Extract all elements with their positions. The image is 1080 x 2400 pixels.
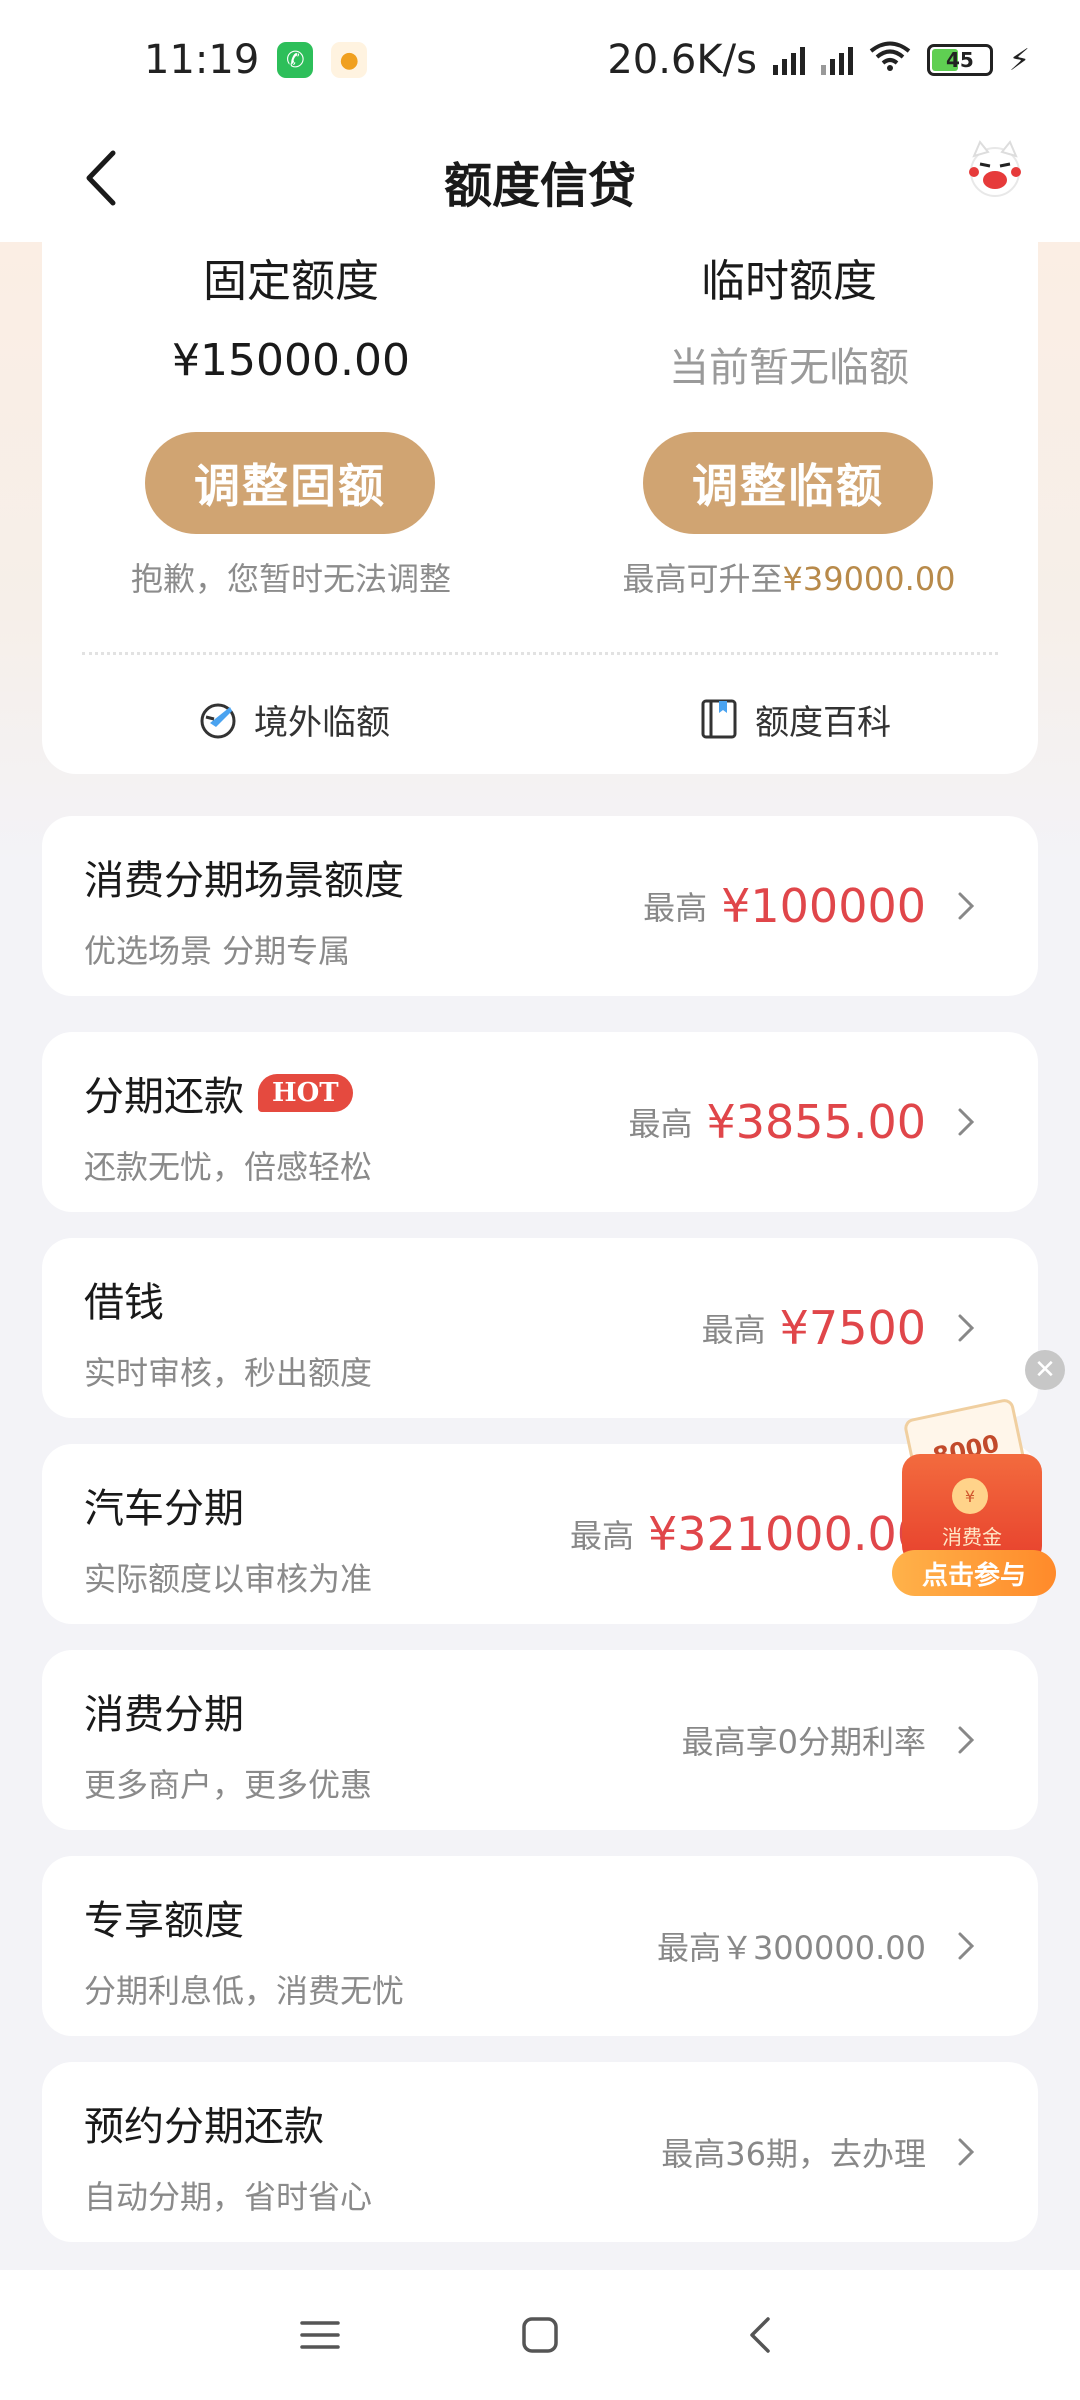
status-bar: 11:19 ✆ ● 20.6K/s 45 ⚡: [0, 0, 1080, 120]
max-label: 最高: [569, 1517, 634, 1555]
max-amount: ¥7500: [779, 1301, 926, 1355]
list-item-right: 最高 ¥100000: [643, 816, 976, 996]
coin-icon: ¥: [952, 1478, 988, 1514]
signal-icon: [820, 45, 853, 75]
list-item-subtitle: 实际额度以审核为准: [84, 1560, 373, 1598]
chevron-right-icon: [958, 1726, 975, 1754]
battery-level: 45: [946, 48, 974, 72]
overseas-temp-quota-link[interactable]: 境外临额: [196, 684, 390, 754]
max-label: 最高: [628, 1105, 693, 1143]
chevron-right-icon: [958, 892, 975, 920]
divider: [82, 652, 998, 655]
app-header: 额度信贷: [0, 120, 1080, 242]
max-text: 最高￥300000.00: [656, 1929, 926, 1967]
list-item-subtitle: 更多商户，更多优惠: [84, 1766, 373, 1804]
list-item-consumer-installment[interactable]: 消费分期 更多商户，更多优惠 最高享0分期利率: [42, 1650, 1038, 1830]
charging-icon: ⚡: [1008, 42, 1030, 78]
temp-quota-note-prefix: 最高可升至: [622, 560, 783, 598]
promo-float-widget[interactable]: 8000 消费金 ¥ 点击参与: [892, 1397, 1060, 1598]
list-item-title: 消费分期: [84, 1692, 244, 1738]
plane-globe-icon: [200, 703, 236, 739]
page-title: 额度信贷: [443, 158, 636, 214]
list-item-installment-repay[interactable]: 分期还款 HOT 还款无忧，倍感轻松 最高 ¥3855.00: [42, 1032, 1038, 1212]
list-item-title-row: 分期还款 HOT: [84, 1064, 353, 1122]
list-item-right: 最高 ¥3855.00: [628, 1032, 976, 1212]
list-item-right: 最高 ¥7500: [702, 1238, 976, 1418]
network-speed: 20.6K/s: [607, 37, 757, 83]
menu-icon: [300, 2321, 340, 2349]
adjust-fixed-quota-button[interactable]: 调整固额: [145, 432, 435, 534]
home-icon: [522, 2317, 558, 2353]
list-item-title: 消费分期场景额度: [84, 858, 404, 904]
menu-button[interactable]: [280, 2295, 360, 2375]
app-icon: ●: [331, 42, 368, 78]
chevron-right-icon: [958, 2138, 975, 2166]
fixed-quota-note: 抱歉，您暂时无法调整: [130, 560, 451, 598]
list-item-scene-quota[interactable]: 消费分期场景额度 优选场景 分期专属 最高 ¥100000: [42, 816, 1038, 996]
list-item-subtitle: 还款无忧，倍感轻松: [84, 1148, 373, 1186]
list-item-title: 借钱: [84, 1280, 164, 1326]
list-item-car-installment[interactable]: 汽车分期 实际额度以审核为准 最高 ¥321000.00: [42, 1444, 1038, 1624]
back-button[interactable]: [70, 138, 130, 218]
adjust-temp-quota-button[interactable]: 调整临额: [643, 432, 933, 534]
status-left: 11:19 ✆ ●: [144, 37, 368, 83]
max-amount: ¥100000: [721, 879, 926, 933]
mascot-icon: [969, 140, 1021, 197]
system-nav-bar: [0, 2270, 1080, 2400]
list-item-scheduled-installment[interactable]: 预约分期还款 自动分期，省时省心 最高36期，去办理: [42, 2062, 1038, 2242]
quota-encyclopedia-link[interactable]: 额度百科: [697, 684, 891, 754]
list-item-right: 最高36期，去办理: [661, 2062, 976, 2242]
max-label: 最高: [643, 889, 708, 927]
promo-join-button[interactable]: 点击参与: [892, 1550, 1056, 1596]
max-label: 最高: [701, 1311, 766, 1349]
list-item-subtitle: 自动分期，省时省心: [84, 2178, 373, 2216]
wifi-icon: [869, 40, 911, 81]
book-icon: [701, 699, 737, 739]
call-icon: ✆: [277, 42, 314, 78]
status-time: 11:19: [144, 37, 260, 83]
temp-quota-value: 当前暂无临额: [669, 345, 909, 391]
fixed-quota-label: 固定额度: [203, 256, 379, 307]
max-amount: ¥321000.00: [647, 1507, 926, 1561]
mascot-button[interactable]: [960, 134, 1030, 204]
chevron-right-icon: [958, 1314, 975, 1342]
list-item-title: 专享额度: [84, 1898, 244, 1944]
list-item-subtitle: 优选场景 分期专属: [84, 932, 351, 970]
nav-back-button[interactable]: [720, 2295, 800, 2375]
temp-quota-label: 临时额度: [701, 256, 877, 307]
list-item-right: 最高￥300000.00: [657, 1856, 976, 2036]
chevron-right-icon: [958, 1108, 975, 1136]
screen: 11:19 ✆ ● 20.6K/s 45 ⚡ 额度信贷 固定额度 ¥15000.…: [0, 0, 1080, 2400]
list-item-subtitle: 分期利息低，消费无忧: [84, 1972, 405, 2010]
hot-badge: HOT: [258, 1074, 353, 1112]
max-text: 最高享0分期利率: [681, 1723, 926, 1761]
close-icon[interactable]: ✕: [1025, 1350, 1065, 1390]
back-triangle-icon: [750, 2317, 770, 2353]
back-icon: [86, 150, 116, 206]
battery-icon: 45: [926, 44, 993, 76]
list-item-exclusive-quota[interactable]: 专享额度 分期利息低，消费无忧 最高￥300000.00: [42, 1856, 1038, 2036]
list-item-title: 预约分期还款: [84, 2104, 324, 2150]
chevron-right-icon: [958, 1932, 975, 1960]
max-amount: ¥3855.00: [706, 1095, 927, 1149]
temp-quota-max-amount: ¥39000.00: [782, 560, 956, 598]
quota-encyclopedia-label: 额度百科: [755, 702, 891, 743]
temp-quota-note: 最高可升至¥39000.00: [540, 554, 1038, 600]
max-text: 最高36期，去办理: [661, 2135, 926, 2173]
list-item-right: 最高享0分期利率: [682, 1650, 976, 1830]
list-item-title: 分期还款: [84, 1074, 244, 1120]
list-item-subtitle: 实时审核，秒出额度: [84, 1354, 373, 1392]
status-right: 20.6K/s 45 ⚡: [607, 37, 1030, 83]
hd-signal-icon: [772, 45, 805, 75]
fixed-quota-value: ¥15000.00: [172, 335, 410, 386]
quota-card: 固定额度 ¥15000.00 调整固额 抱歉，您暂时无法调整 临时额度 当前暂无…: [42, 242, 1038, 774]
overseas-temp-quota-label: 境外临额: [254, 702, 390, 743]
home-button[interactable]: [500, 2295, 580, 2375]
list-item-borrow[interactable]: 借钱 实时审核，秒出额度 最高 ¥7500: [42, 1238, 1038, 1418]
list-item-title: 汽车分期: [84, 1486, 244, 1532]
promo-envelope-text: 消费金: [942, 1525, 1002, 1549]
